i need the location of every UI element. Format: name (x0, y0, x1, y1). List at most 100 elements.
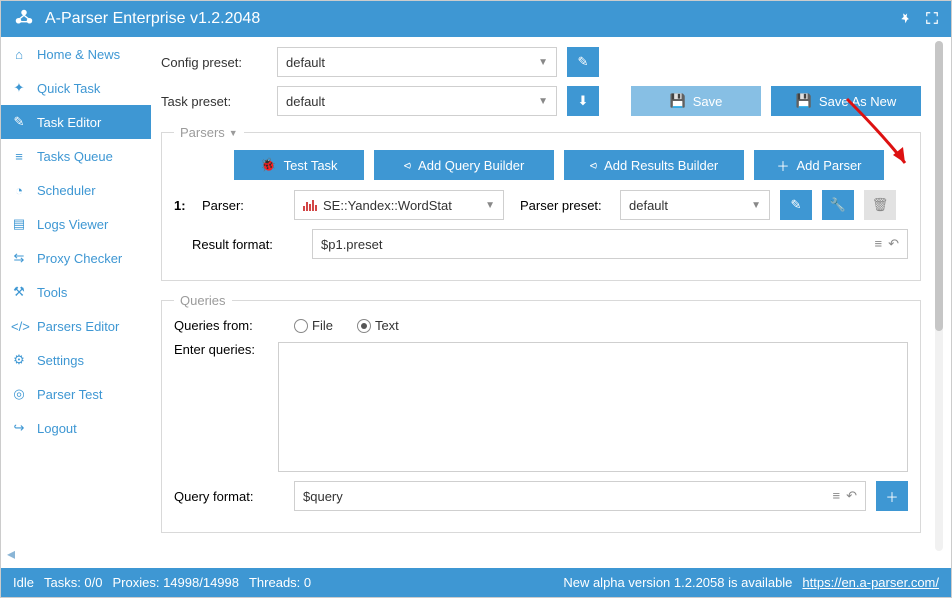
status-proxies: Proxies: 14998/14998 (113, 575, 239, 590)
parsers-legend[interactable]: Parsers ▼ (174, 125, 244, 140)
sidebar-item-tasks-queue[interactable]: ≡Tasks Queue (1, 139, 151, 173)
sidebar-item-label: Logout (37, 421, 77, 436)
sidebar-item-parsers-editor[interactable]: </>Parsers Editor (1, 309, 151, 343)
trash-icon: 🗑 (872, 197, 889, 213)
app-title: A-Parser Enterprise v1.2.2048 (45, 10, 260, 28)
gear-icon: ⚙ (11, 352, 27, 368)
enter-queries-label: Enter queries: (174, 342, 268, 357)
pencil-icon: ✎ (578, 54, 589, 70)
query-format-add-button[interactable]: ＋ (876, 481, 908, 511)
input-value: $query (303, 489, 343, 504)
list-icon[interactable]: ≡ (875, 236, 883, 252)
sidebar-item-label: Quick Task (37, 81, 100, 96)
share-icon: ⪦ (590, 157, 597, 173)
wrench-icon: 🔧 (830, 197, 846, 213)
list-icon: ≡ (11, 149, 27, 164)
caret-down-icon: ▼ (751, 200, 761, 211)
query-format-label: Query format: (174, 489, 284, 504)
save-as-new-button[interactable]: 💾 Save As New (771, 86, 921, 116)
task-download-button[interactable]: ⬇ (567, 86, 599, 116)
select-value: default (629, 198, 668, 213)
config-preset-label: Config preset: (161, 55, 267, 70)
select-value: SE::Yandex::WordStat (303, 198, 452, 213)
sidebar-item-label: Settings (37, 353, 84, 368)
plus-icon: ＋ (885, 487, 898, 506)
caret-down-icon: ▼ (485, 200, 495, 211)
result-format-input[interactable]: $p1.preset≡↶ (312, 229, 908, 259)
button-label: Test Task (284, 158, 338, 173)
button-label: Add Results Builder (604, 158, 718, 173)
enter-queries-textarea[interactable] (278, 342, 908, 472)
sidebar-item-home[interactable]: ⌂Home & News (1, 37, 151, 71)
button-label: Save (693, 94, 723, 109)
radio-icon (294, 319, 308, 333)
plus-icon: ＋ (776, 156, 789, 175)
titlebar: A-Parser Enterprise v1.2.2048 (1, 1, 951, 37)
parser-preset-label: Parser preset: (520, 198, 610, 213)
parser-label: Parser: (202, 198, 284, 213)
caret-down-icon: ▼ (538, 96, 548, 107)
save-button[interactable]: 💾Save (631, 86, 761, 116)
sidebar-item-logout[interactable]: ↪Logout (1, 411, 151, 445)
sidebar-item-label: Parser Test (37, 387, 103, 402)
sidebar-item-label: Tools (37, 285, 67, 300)
network-icon: ⇆ (11, 250, 27, 266)
parser-index: 1: (174, 198, 192, 213)
sidebar-item-label: Task Editor (37, 115, 101, 130)
button-label: Add Parser (796, 158, 861, 173)
sidebar-item-settings[interactable]: ⚙ Settings (1, 343, 151, 377)
task-preset-label: Task preset: (161, 94, 267, 109)
fullscreen-icon[interactable] (925, 11, 939, 28)
sidebar-item-proxy-checker[interactable]: ⇆Proxy Checker (1, 241, 151, 275)
undo-icon[interactable]: ↶ (846, 488, 857, 504)
main-content: Config preset: default ▼ ✎ Task preset: d… (151, 37, 951, 568)
parser-edit-button[interactable]: ✎ (780, 190, 812, 220)
sidebar: ⌂Home & News ✦Quick Task ✎Task Editor ≡T… (1, 37, 151, 568)
select-value: default (286, 55, 325, 70)
parser-config-button[interactable]: 🔧 (822, 190, 854, 220)
sidebar-item-label: Home & News (37, 47, 120, 62)
queries-from-file-radio[interactable]: File (294, 318, 333, 333)
scrollbar-thumb[interactable] (935, 41, 943, 331)
clock-icon: ◔ (11, 183, 27, 198)
config-edit-button[interactable]: ✎ (567, 47, 599, 77)
queries-fieldset: Queries Queries from: File Text Enter qu… (161, 293, 921, 533)
statusbar: Idle Tasks: 0/0 Proxies: 14998/14998 Thr… (1, 568, 951, 597)
parser-name: SE::Yandex::WordStat (323, 198, 452, 213)
status-url[interactable]: https://en.a-parser.com/ (802, 575, 939, 590)
sidebar-collapse-button[interactable]: ◂ (7, 544, 15, 564)
parsers-fieldset: Parsers ▼ 🐞Test Task ⪦Add Query Builder … (161, 125, 921, 281)
parser-preset-select[interactable]: default ▼ (620, 190, 770, 220)
sidebar-item-scheduler[interactable]: ◔Scheduler (1, 173, 151, 207)
add-results-builder-button[interactable]: ⪦ Add Results Builder (564, 150, 744, 180)
radio-label: Text (375, 318, 399, 333)
sidebar-item-label: Parsers Editor (37, 319, 119, 334)
add-query-builder-button[interactable]: ⪦Add Query Builder (374, 150, 554, 180)
status-threads: Threads: 0 (249, 575, 311, 590)
sidebar-item-parser-test[interactable]: ◎Parser Test (1, 377, 151, 411)
sidebar-item-tools[interactable]: ⚒Tools (1, 275, 151, 309)
test-task-button[interactable]: 🐞 Test Task (234, 150, 364, 180)
radio-label: File (312, 318, 333, 333)
query-format-input[interactable]: $query ≡ ↶ (294, 481, 866, 511)
share-icon: ⪦ (404, 157, 411, 173)
bug-icon: 🐞 (260, 157, 276, 173)
status-tasks: Tasks: 0/0 (44, 575, 103, 590)
undo-icon[interactable]: ↶ (888, 236, 899, 252)
download-icon: ⬇ (578, 93, 589, 109)
parser-select[interactable]: SE::Yandex::WordStat ▼ (294, 190, 504, 220)
queries-from-text-radio[interactable]: Text (357, 318, 399, 333)
parser-delete-button[interactable]: 🗑 (864, 190, 896, 220)
queries-from-label: Queries from: (174, 318, 284, 333)
sidebar-item-logs-viewer[interactable]: ▤Logs Viewer (1, 207, 151, 241)
button-label: Save As New (819, 94, 896, 109)
config-preset-select[interactable]: default▼ (277, 47, 557, 77)
status-version: New alpha version 1.2.2058 is available (563, 575, 792, 590)
task-preset-select[interactable]: default▼ (277, 86, 557, 116)
pin-icon[interactable] (899, 11, 913, 28)
save-icon: 💾 (796, 93, 812, 109)
sidebar-item-quick-task[interactable]: ✦Quick Task (1, 71, 151, 105)
add-parser-button[interactable]: ＋ Add Parser (754, 150, 884, 180)
sidebar-item-task-editor[interactable]: ✎Task Editor (1, 105, 151, 139)
list-icon[interactable]: ≡ (833, 488, 841, 504)
